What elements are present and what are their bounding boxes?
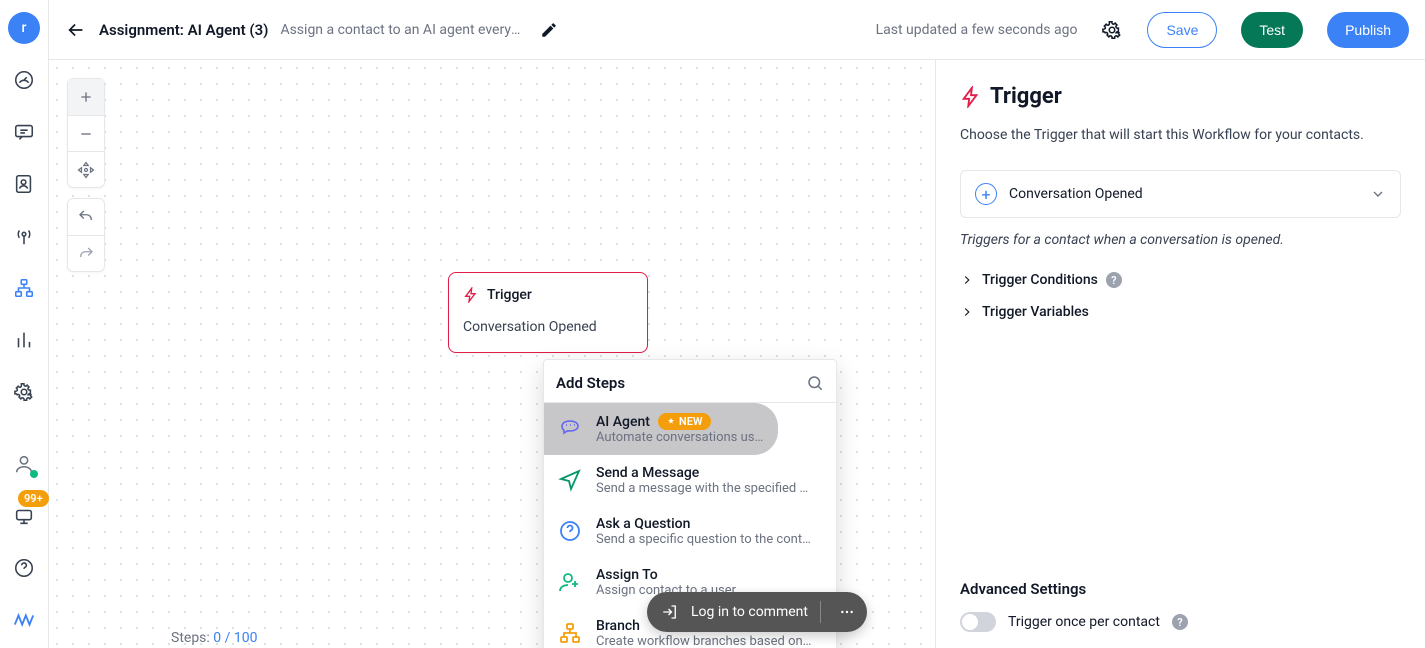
step-item-ai-agent[interactable]: AI Agent NEW Automate conversations usin… [544,403,778,455]
publish-button[interactable]: Publish [1327,12,1409,48]
step-title: Assign To [596,567,824,583]
panel-title: Trigger [990,84,1062,109]
help-tooltip-icon[interactable]: ? [1172,614,1188,630]
help-tooltip-icon[interactable]: ? [1106,272,1122,288]
step-title: Ask a Question [596,516,824,532]
help-icon[interactable] [8,552,40,584]
plus-circle-icon: + [975,183,997,205]
chevron-right-icon [960,305,974,319]
lightning-icon [960,86,982,108]
test-button[interactable]: Test [1241,12,1303,48]
trigger-conditions-toggle[interactable]: Trigger Conditions ? [960,264,1401,296]
chevron-down-icon [1370,186,1386,202]
header: Assignment: AI Agent (3) Assign a contac… [49,0,1425,60]
advanced-settings-title: Advanced Settings [960,580,1401,598]
login-icon [661,603,679,621]
trigger-node-value: Conversation Opened [463,319,633,335]
trigger-node[interactable]: Trigger Conversation Opened [448,272,648,353]
trigger-select[interactable]: + Conversation Opened [960,170,1401,218]
canvas[interactable]: Trigger Conversation Opened Add Steps [49,60,935,648]
trigger-once-toggle[interactable] [960,612,996,632]
edit-title-button[interactable] [540,21,558,39]
comment-pill: Log in to comment [647,592,867,632]
avatar-letter: r [22,20,27,36]
workflow-settings-button[interactable] [1101,19,1123,41]
messages-icon[interactable] [8,116,40,148]
broadcast-icon[interactable] [8,220,40,252]
lightning-icon [463,287,479,303]
ai-agent-icon [556,414,584,442]
workflow-subtitle: Assign a contact to an AI agent every ti… [280,22,520,38]
step-desc: Send a specific question to the cont… [596,532,824,547]
trigger-help-text: Triggers for a contact when a conversati… [960,232,1401,248]
redo-button[interactable] [68,235,104,271]
workflow-title: Assignment: AI Agent (3) [99,21,268,39]
notifications-icon[interactable]: 99+ [8,500,40,532]
step-item-send-message[interactable]: Send a Message Send a message with the s… [544,455,836,506]
back-button[interactable] [65,19,87,41]
save-button[interactable]: Save [1147,12,1217,48]
assign-to-icon [556,568,584,596]
user-status-icon[interactable] [8,448,40,480]
settings-icon[interactable] [8,376,40,408]
dashboard-icon[interactable] [8,64,40,96]
new-badge: NEW [658,413,711,430]
branch-icon [556,619,584,647]
step-desc: Automate conversations using AI A… [596,430,766,445]
step-desc: Send a message with the specified … [596,481,824,496]
last-updated: Last updated a few seconds ago [876,22,1078,38]
notification-badge: 99+ [18,490,49,507]
step-title: Send a Message [596,465,824,481]
left-rail: r 99+ [0,0,49,648]
trigger-once-label: Trigger once per contact [1008,614,1160,630]
step-item-ask-question[interactable]: Ask a Question Send a specific question … [544,506,836,557]
chevron-right-icon [960,273,974,287]
steps-count: Steps: 0 / 100 [171,630,258,646]
trigger-node-title: Trigger [487,287,532,303]
step-desc: Create workflow branches based on… [596,634,824,648]
add-steps-search-icon[interactable] [806,374,824,392]
undo-button[interactable] [68,199,104,235]
comment-pill-label[interactable]: Log in to comment [691,604,808,620]
trigger-variables-toggle[interactable]: Trigger Variables [960,296,1401,328]
contacts-icon[interactable] [8,168,40,200]
recenter-button[interactable] [68,151,104,187]
ask-question-icon [556,517,584,545]
zoom-in-button[interactable] [68,79,104,115]
step-title: AI Agent [596,414,650,430]
brand-icon[interactable] [8,604,40,636]
trigger-select-label: Conversation Opened [1009,186,1358,202]
send-message-icon [556,466,584,494]
workflows-icon[interactable] [8,272,40,304]
right-panel: Trigger Choose the Trigger that will sta… [935,60,1425,648]
add-steps-title: Add Steps [556,374,625,392]
zoom-out-button[interactable] [68,115,104,151]
workspace-avatar[interactable]: r [8,12,40,44]
panel-description: Choose the Trigger that will start this … [960,125,1401,146]
comment-pill-more-button[interactable] [833,598,861,626]
analytics-icon[interactable] [8,324,40,356]
